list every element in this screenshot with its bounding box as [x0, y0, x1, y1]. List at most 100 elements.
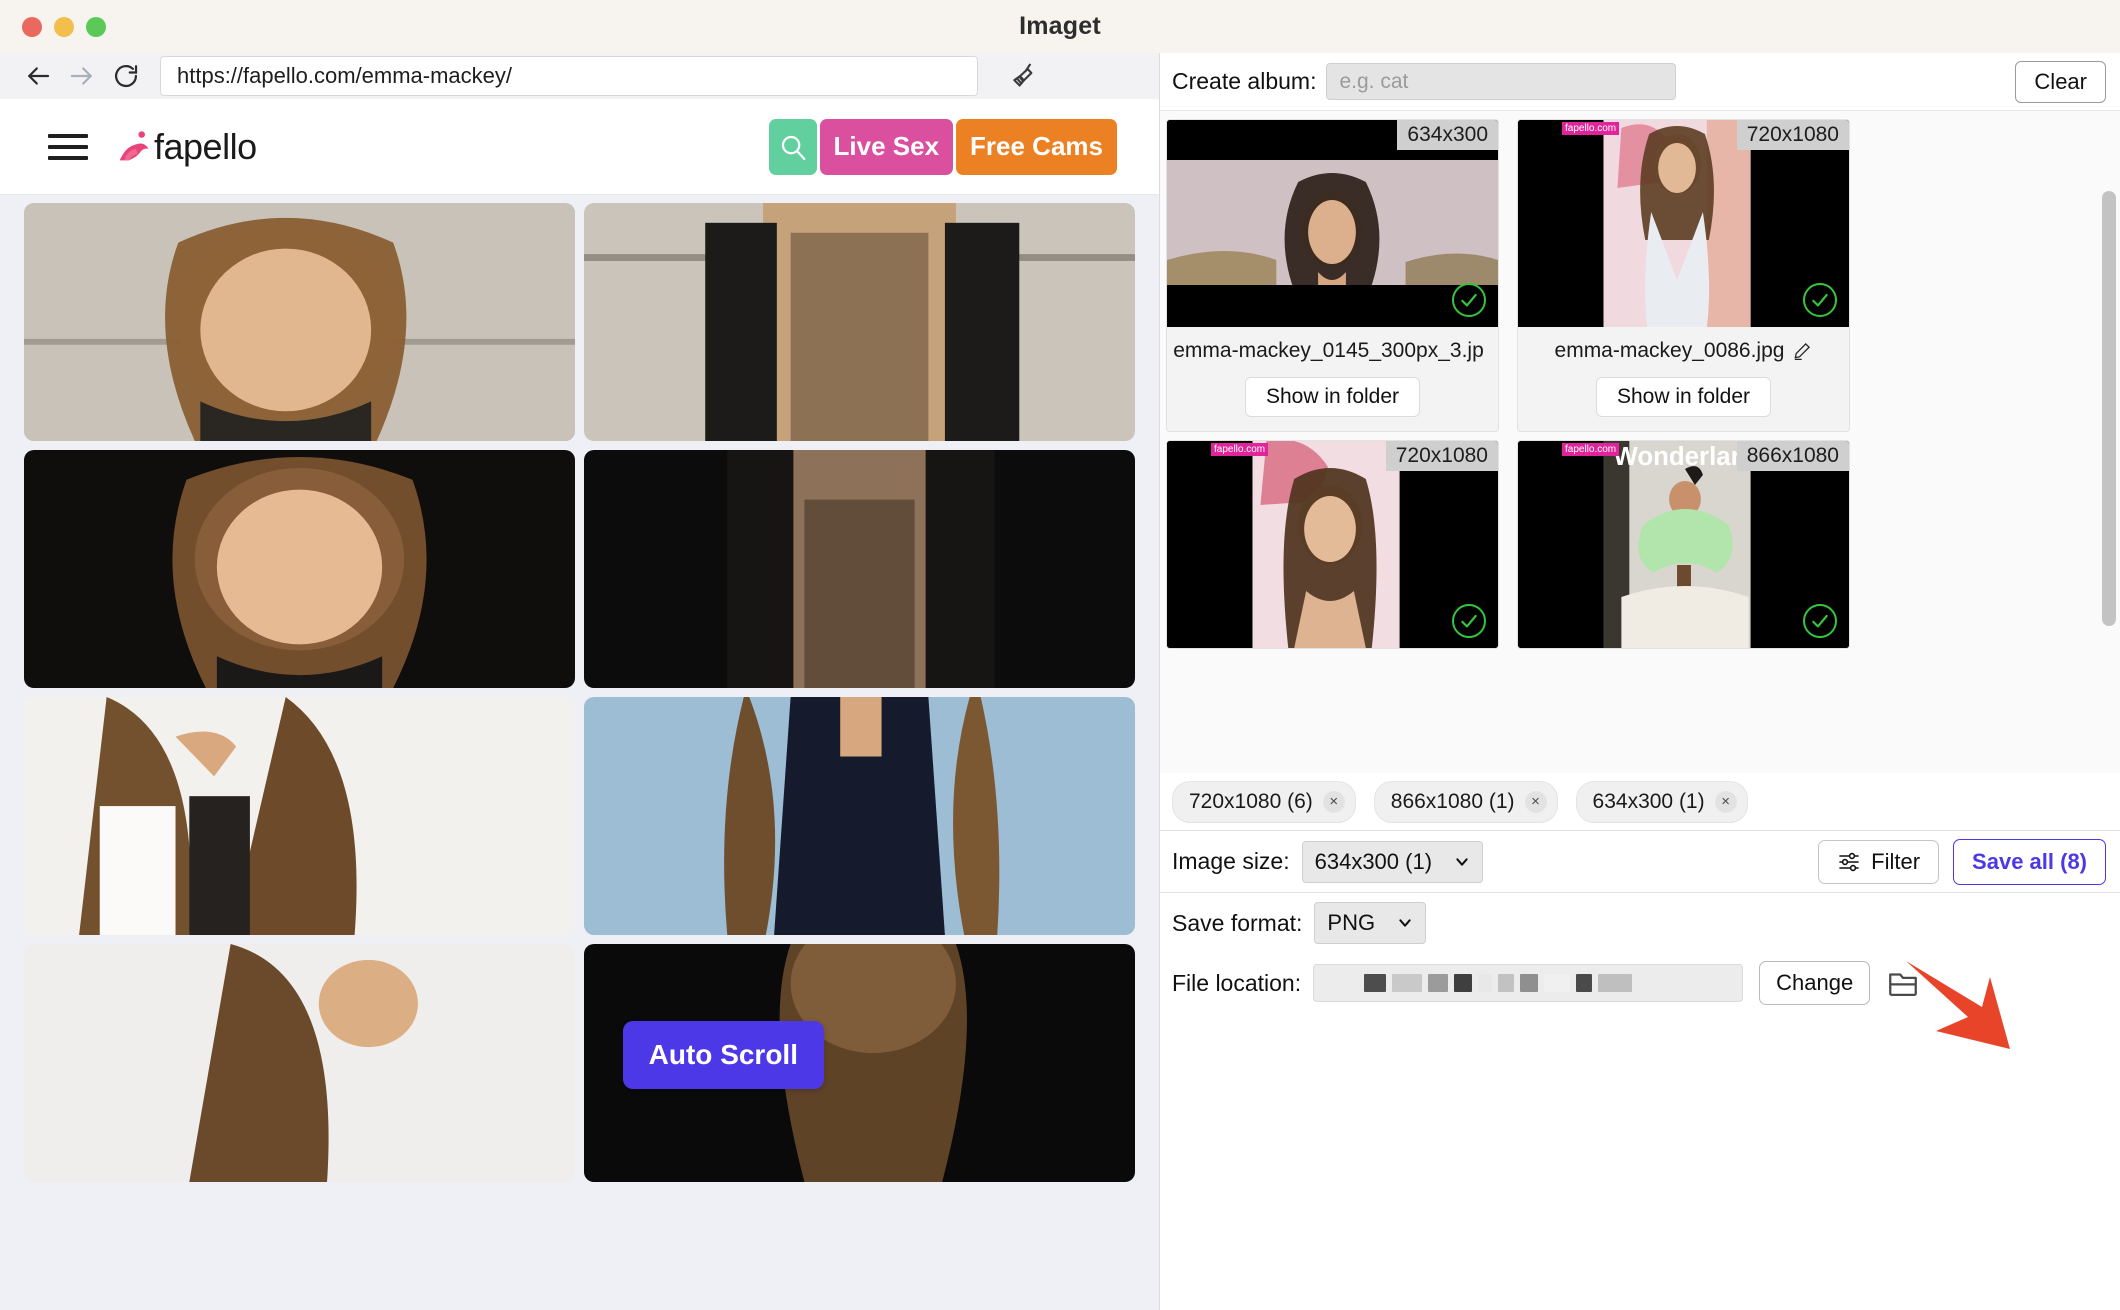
back-icon[interactable] [16, 54, 60, 98]
image-size-badge: 866x1080 [1736, 441, 1849, 471]
browser-toolbar: https://fapello.com/emma-mackey/ [0, 53, 1159, 99]
photo-thumb[interactable] [584, 697, 1135, 935]
image-thumbnail[interactable]: fapello.com 720x1080 [1167, 441, 1498, 648]
image-thumbnail[interactable]: 634x300 [1167, 120, 1498, 327]
create-album-label: Create album: [1172, 68, 1317, 94]
image-size-value: 634x300 (1) [1314, 848, 1433, 874]
size-filter-chips: 720x1080 (6) × 866x1080 (1) × 634x300 (1… [1160, 773, 2120, 831]
redacted-block [1520, 974, 1539, 992]
image-card[interactable]: Wonderland fapello.com 866x1080 [1517, 440, 1850, 649]
selected-check-icon[interactable] [1452, 283, 1486, 317]
close-icon[interactable]: × [1322, 790, 1345, 813]
size-chip[interactable]: 866x1080 (1) × [1373, 780, 1558, 823]
image-size-select[interactable]: 634x300 (1) [1301, 840, 1484, 883]
reload-icon[interactable] [104, 54, 148, 98]
photo-grid [0, 195, 1159, 1310]
size-chip-label: 866x1080 (1) [1390, 789, 1515, 813]
image-thumbnail[interactable]: fapello.com 720x1080 [1518, 120, 1849, 327]
site-watermark: fapello.com [1211, 443, 1269, 456]
site-actions: Live Sex Free Cams [768, 118, 1117, 175]
imaget-panel: Create album: e.g. cat Clear 634x300 emm… [1160, 53, 2120, 1310]
chevron-down-icon [1456, 857, 1468, 866]
save-format-select[interactable]: PNG [1314, 902, 1427, 944]
sliders-icon [1839, 852, 1859, 871]
url-input[interactable]: https://fapello.com/emma-mackey/ [160, 56, 978, 96]
image-thumbnail[interactable]: Wonderland fapello.com 866x1080 [1518, 441, 1849, 648]
photo-thumb[interactable] [24, 203, 575, 441]
redacted-block [1498, 974, 1515, 992]
redacted-block [1576, 974, 1593, 992]
image-card[interactable]: fapello.com 720x1080 [1166, 440, 1499, 649]
photo-thumb[interactable] [24, 697, 575, 935]
show-in-folder-button[interactable]: Show in folder [1244, 377, 1421, 417]
save-all-button[interactable]: Save all (8) [1953, 838, 2106, 885]
hamburger-menu-icon[interactable] [48, 133, 88, 160]
create-album-row: Create album: e.g. cat Clear [1160, 53, 2120, 111]
redacted-block [1544, 974, 1571, 992]
image-card[interactable]: 634x300 emma-mackey_0145_300px_3.jp Show… [1166, 119, 1499, 432]
photo-thumb[interactable] [24, 450, 575, 688]
auto-scroll-button[interactable]: Auto Scroll [622, 1021, 824, 1089]
image-card-meta: emma-mackey_0086.jpg Show in folder [1518, 327, 1849, 431]
edit-pencil-icon[interactable] [1792, 341, 1812, 361]
redacted-block [1428, 974, 1449, 992]
title-bar: Imaget [0, 0, 2120, 53]
app-window: Imaget https://fapello.com/emma-mackey/ [0, 0, 2120, 1310]
size-chip[interactable]: 720x1080 (6) × [1172, 780, 1356, 823]
card-row: fapello.com 720x1080 Wonderland fapello.… [1166, 440, 2094, 649]
card-row: 634x300 emma-mackey_0145_300px_3.jp Show… [1166, 119, 2094, 432]
url-text: https://fapello.com/emma-mackey/ [177, 63, 513, 88]
site-header: fapello Live Sex Free Cams [0, 99, 1159, 195]
file-location-row: File location: Change [1160, 953, 2120, 1049]
site-brand-name: fapello [154, 125, 257, 167]
album-placeholder: e.g. cat [1339, 69, 1409, 93]
downloaded-images-list: 634x300 emma-mackey_0145_300px_3.jp Show… [1160, 111, 2120, 773]
image-card[interactable]: fapello.com 720x1080 emma-mackey_0086.jp… [1517, 119, 1850, 432]
redacted-block [1364, 974, 1387, 992]
web-page-viewport: fapello Live Sex Free Cams Auto Scroll [0, 99, 1159, 1310]
close-icon[interactable]: × [1714, 790, 1737, 813]
search-icon [781, 135, 805, 160]
image-filename-row: emma-mackey_0086.jpg [1530, 339, 1837, 363]
image-size-label: Image size: [1172, 848, 1290, 874]
panel-scrollbar[interactable] [2102, 191, 2116, 771]
scrollbar-thumb[interactable] [2102, 191, 2116, 626]
save-format-label: Save format: [1172, 909, 1303, 936]
filter-label: Filter [1871, 848, 1921, 874]
site-watermark: fapello.com [1562, 443, 1620, 456]
image-filename: emma-mackey_0086.jpg [1554, 339, 1785, 362]
image-size-row: Image size: 634x300 (1) Filter Save all … [1160, 831, 2120, 893]
free-cams-button[interactable]: Free Cams [956, 118, 1117, 175]
filter-button[interactable]: Filter [1818, 839, 1940, 884]
site-watermark: fapello.com [1562, 122, 1620, 135]
clear-button[interactable]: Clear [2015, 60, 2106, 103]
file-location-input[interactable] [1313, 964, 1744, 1002]
size-chip-label: 634x300 (1) [1592, 789, 1705, 813]
site-search-button[interactable] [768, 118, 817, 175]
photo-thumb[interactable] [24, 944, 575, 1182]
save-format-value: PNG [1327, 910, 1376, 935]
image-card-meta: emma-mackey_0145_300px_3.jp Show in fold… [1167, 327, 1498, 431]
broom-icon[interactable] [1002, 54, 1046, 98]
live-sex-button[interactable]: Live Sex [819, 118, 954, 175]
selected-check-icon[interactable] [1803, 604, 1837, 638]
image-size-badge: 634x300 [1397, 120, 1498, 150]
redacted-block [1478, 974, 1493, 992]
change-location-button[interactable]: Change [1759, 961, 1871, 1005]
size-chip-label: 720x1080 (6) [1189, 789, 1313, 813]
redacted-block [1598, 974, 1633, 992]
selected-check-icon[interactable] [1452, 604, 1486, 638]
size-chip[interactable]: 634x300 (1) × [1575, 780, 1748, 823]
close-icon[interactable]: × [1524, 790, 1547, 813]
image-size-badge: 720x1080 [1385, 441, 1498, 471]
redacted-block [1392, 974, 1423, 992]
selected-check-icon[interactable] [1803, 283, 1837, 317]
album-name-input[interactable]: e.g. cat [1326, 63, 1677, 100]
image-filename-row: emma-mackey_0145_300px_3.jp [1173, 339, 1486, 363]
photo-thumb[interactable] [584, 203, 1135, 441]
site-logo[interactable]: fapello [112, 124, 257, 170]
photo-thumb[interactable] [584, 450, 1135, 688]
show-in-folder-button[interactable]: Show in folder [1595, 377, 1772, 417]
red-arrow-annotation [1906, 961, 2010, 1049]
chevron-down-icon [1399, 919, 1411, 927]
